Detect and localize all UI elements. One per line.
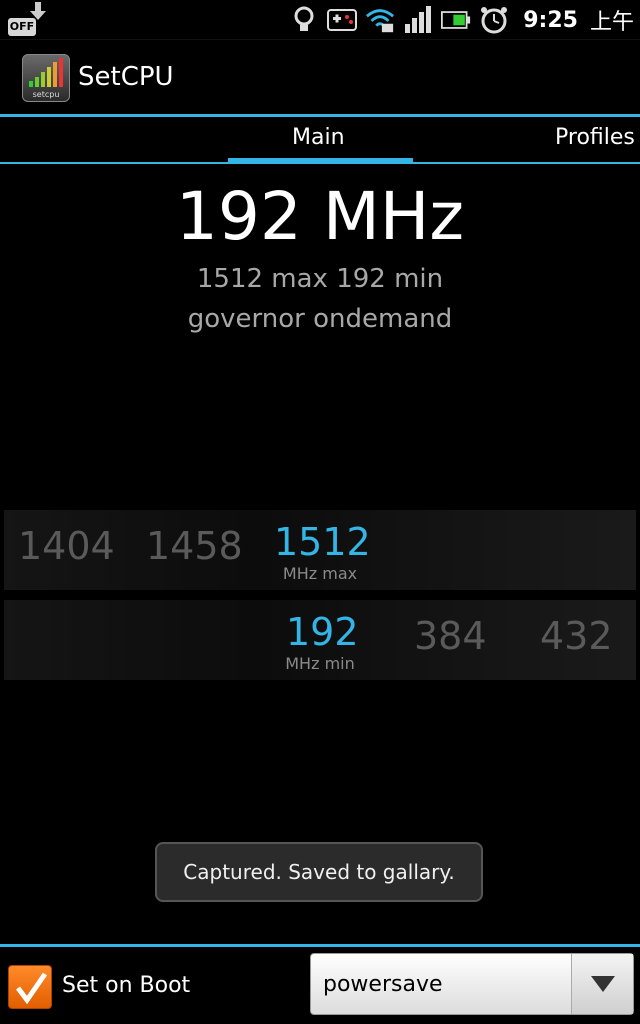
alarm-clock-icon (479, 5, 509, 35)
governor-select-value: powersave (323, 972, 443, 997)
wifi-icon (365, 5, 395, 35)
picker-min-value[interactable]: 384 (414, 614, 487, 658)
max-frequency-picker[interactable]: 1404 1458 1512 MHz max (4, 510, 636, 590)
current-frequency: 192 MHz (175, 178, 465, 255)
tab-bar: Main Profiles (0, 117, 640, 165)
governor-select-button[interactable] (571, 954, 633, 1014)
min-frequency-picker[interactable]: 192 384 432 MHz min (4, 600, 636, 680)
governor-status: governor ondemand (187, 304, 453, 334)
gamepad-icon (327, 5, 358, 35)
governor-select[interactable]: powersave (310, 953, 634, 1015)
picker-max-value[interactable]: 1404 (18, 524, 115, 568)
battery-icon (441, 5, 471, 35)
clock-time: 9:25 (523, 7, 578, 33)
picker-min-selected-value[interactable]: 192 (286, 610, 359, 654)
signal-icon (403, 5, 433, 35)
clock-ampm: 上午 (589, 10, 634, 35)
picker-max-selected-value[interactable]: 1512 (274, 520, 371, 564)
toast-message: Captured. Saved to gallary. (155, 842, 483, 902)
picker-min-unit: MHz min (285, 654, 355, 673)
status-bar-right: 9:25 上午 (289, 0, 634, 40)
status-bar-left: OFF (6, 2, 50, 38)
title-bar: setcpu SetCPU (0, 40, 640, 114)
checkmark-icon (16, 972, 48, 1005)
screen: OFF 9:25 上午 setcpu SetCPU Main Profiles … (0, 0, 640, 1024)
picker-max-unit: MHz max (282, 564, 358, 583)
download-arrow-icon (30, 2, 46, 20)
tabs-divider (0, 162, 640, 164)
bottom-bar: Set on Boot powersave (0, 947, 640, 1024)
picker-max-value[interactable]: 1458 (146, 524, 243, 568)
frequency-limits: 1512 max 192 min (196, 264, 444, 294)
set-on-boot-checkbox[interactable] (8, 965, 52, 1009)
tab-profiles[interactable]: Profiles (555, 125, 635, 150)
status-bar: OFF 9:25 上午 (0, 0, 640, 40)
app-title: SetCPU (78, 62, 174, 92)
setcpu-app-icon: setcpu (22, 54, 70, 102)
lightbulb-icon (289, 5, 319, 35)
dropdown-arrow-icon (590, 976, 615, 992)
set-on-boot-label[interactable]: Set on Boot (62, 973, 190, 998)
picker-min-value[interactable]: 432 (540, 614, 613, 658)
tab-main[interactable]: Main (292, 125, 345, 150)
app-icon-label: setcpu (32, 90, 60, 99)
